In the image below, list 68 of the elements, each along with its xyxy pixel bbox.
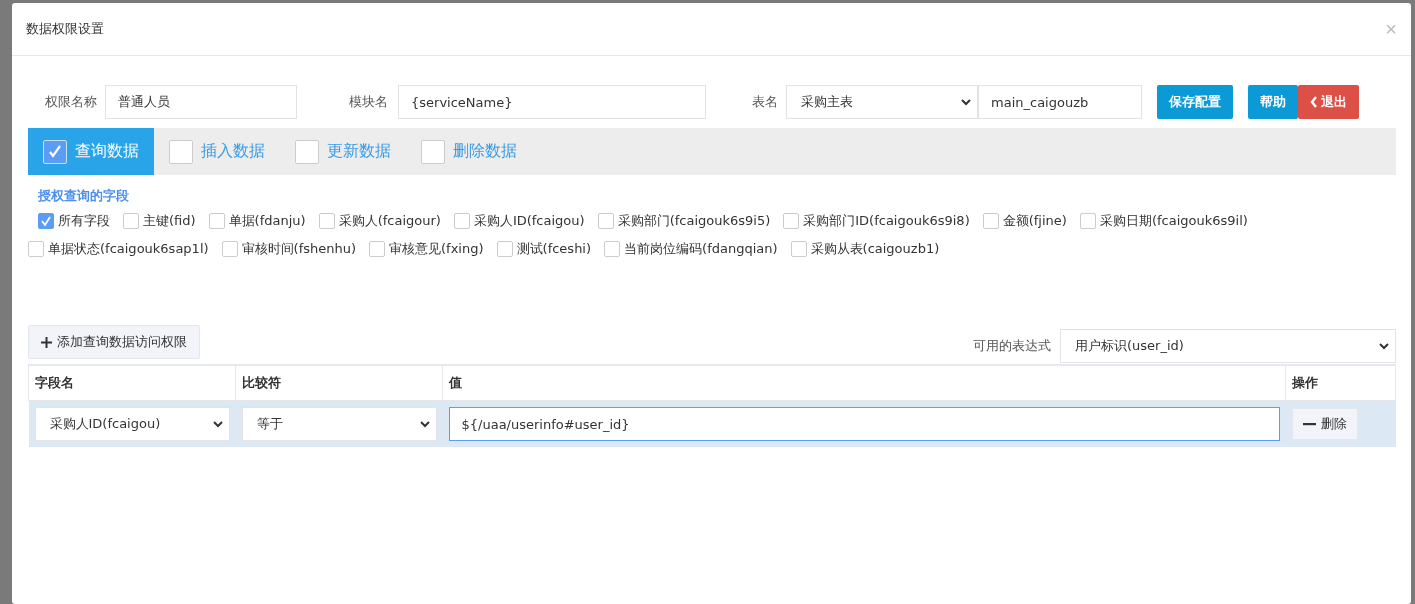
- table-select[interactable]: 采购主表: [786, 85, 978, 119]
- tab-label: 删除数据: [453, 141, 517, 162]
- checkbox[interactable]: [790, 241, 807, 257]
- tab-checkbox[interactable]: [169, 139, 193, 164]
- checkbox[interactable]: [38, 213, 54, 229]
- checkbox[interactable]: [369, 241, 386, 257]
- module-label: 模块名: [349, 93, 388, 111]
- value-input[interactable]: ${/uaa/userinfo#user_id}: [448, 407, 1280, 441]
- checkbox-label: 采购部门ID(fcaigouk6s9i8): [803, 212, 970, 230]
- checkbox[interactable]: [604, 241, 621, 257]
- chevron-down-icon: [212, 420, 223, 428]
- column-header: 操作: [1285, 365, 1396, 401]
- section-title: 授权查询的字段: [38, 187, 130, 205]
- table-label: 表名: [752, 93, 778, 111]
- tab-checkbox[interactable]: [295, 139, 319, 164]
- checkbox-label: 审核意见(fxing): [389, 240, 484, 258]
- checkbox-label: 当前岗位编码(fdangqian): [624, 240, 778, 258]
- checkbox-label: 采购人ID(fcaigou): [473, 212, 585, 230]
- checkbox-label: 单据状态(fcaigouk6sap1l): [48, 240, 209, 258]
- checkbox-label: 采购从表(caigouzb1): [810, 240, 940, 258]
- checkbox[interactable]: [221, 241, 238, 257]
- checkbox[interactable]: [982, 213, 999, 229]
- expression-label: 可用的表达式: [973, 337, 1051, 355]
- checkbox-label: 采购部门(fcaigouk6s9i5): [617, 212, 771, 230]
- field-select[interactable]: 采购人ID(fcaigou): [34, 407, 230, 441]
- plus-icon: [41, 336, 52, 348]
- dialog-title: 数据权限设置: [26, 20, 104, 38]
- chevron-left-icon: [1310, 96, 1318, 108]
- column-header: 比较符: [235, 365, 443, 401]
- name-label: 权限名称: [45, 93, 97, 111]
- add-permission-button[interactable]: 添加查询数据访问权限: [28, 325, 200, 359]
- checkbox[interactable]: [28, 241, 44, 257]
- checkbox[interactable]: [453, 213, 470, 229]
- checkbox-label: 测试(fceshi): [516, 240, 592, 258]
- tab-label: 查询数据: [75, 141, 139, 162]
- checkbox[interactable]: [1079, 213, 1096, 229]
- checkbox-label: 采购日期(fcaigouk6s9il): [1099, 212, 1248, 230]
- checkbox[interactable]: [783, 213, 800, 229]
- checkbox-label: 采购人(fcaigour): [338, 212, 441, 230]
- tab-label: 插入数据: [201, 141, 265, 162]
- chevron-down-icon: [419, 420, 430, 428]
- check-icon: [40, 215, 52, 227]
- checkbox-label: 所有字段: [58, 212, 110, 230]
- checkbox-label: 金额(fjine): [1002, 212, 1067, 230]
- checkbox-label: 主键(fid): [143, 212, 196, 230]
- expression-select[interactable]: 用户标识(user_id): [1060, 329, 1396, 363]
- checkbox[interactable]: [496, 241, 513, 257]
- table-code-input[interactable]: main_caigouzb: [978, 85, 1142, 119]
- tab-checkbox[interactable]: [43, 139, 67, 164]
- minus-icon: [1302, 422, 1316, 426]
- module-input[interactable]: {serviceName}: [398, 85, 706, 119]
- checkbox[interactable]: [318, 213, 335, 229]
- name-input[interactable]: 普通人员: [105, 85, 297, 119]
- tab-label: 更新数据: [327, 141, 391, 162]
- delete-button[interactable]: 删除: [1291, 408, 1358, 440]
- tab-checkbox[interactable]: [421, 139, 445, 164]
- chevron-down-icon: [1379, 342, 1389, 350]
- operator-select[interactable]: 等于: [241, 407, 437, 441]
- checkbox[interactable]: [208, 213, 225, 229]
- checkbox-label: 单据(fdanju): [228, 212, 306, 230]
- check-icon: [47, 143, 63, 160]
- exit-button[interactable]: 退出: [1298, 85, 1359, 119]
- chevron-down-icon: [961, 98, 971, 106]
- checkbox[interactable]: [123, 213, 139, 229]
- checkbox[interactable]: [597, 213, 614, 229]
- column-header: 值: [442, 365, 1286, 401]
- column-header: 字段名: [28, 365, 236, 401]
- checkbox-label: 审核时间(fshenhu): [241, 240, 357, 258]
